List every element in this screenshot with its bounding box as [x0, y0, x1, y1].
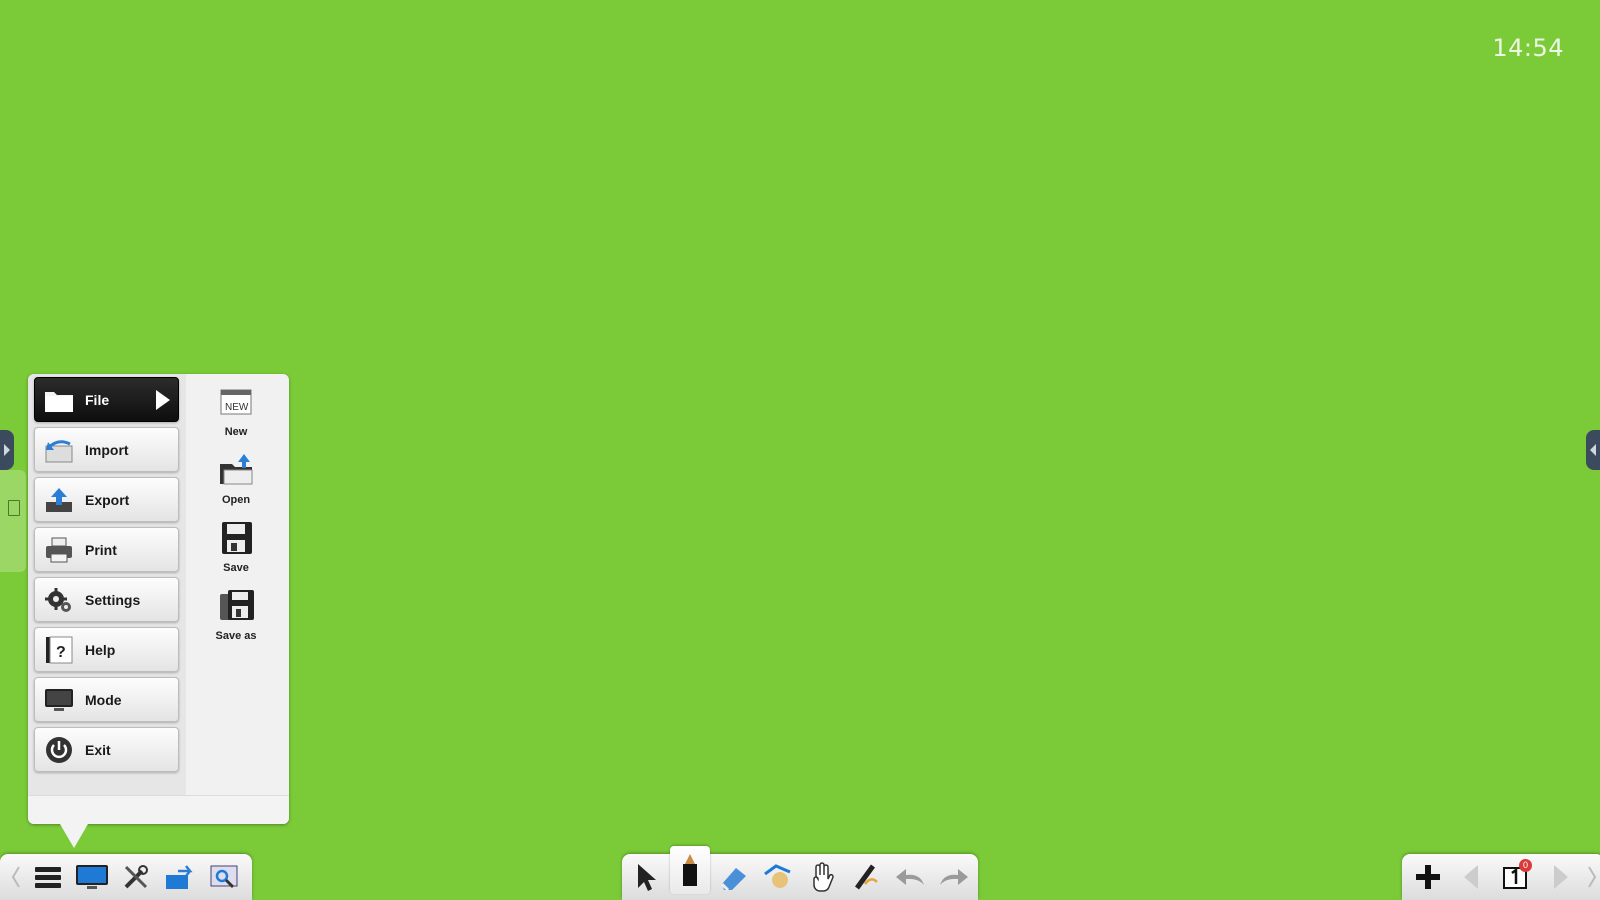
- page-count-icon[interactable]: 0: [1496, 857, 1536, 897]
- menu-item-print[interactable]: Print: [34, 527, 179, 572]
- submenu-arrow-icon: [156, 390, 170, 410]
- menu-item-label: Help: [85, 641, 116, 658]
- svg-text:NEW: NEW: [225, 402, 249, 413]
- collapse-toolbar-icon[interactable]: [8, 857, 24, 897]
- undo-icon[interactable]: [890, 857, 930, 897]
- left-side-tab[interactable]: [0, 470, 26, 572]
- drawing-toolbar: [622, 846, 978, 900]
- gear-icon: [43, 584, 75, 616]
- menu-item-settings[interactable]: Settings: [34, 577, 179, 622]
- pointer-icon[interactable]: [626, 857, 666, 897]
- menu-icon[interactable]: [28, 857, 68, 897]
- menu-pointer: [60, 824, 88, 848]
- floppy-disk-icon: [216, 520, 256, 560]
- expand-toolbar-icon[interactable]: [1584, 857, 1600, 897]
- submenu-item-label: Save as: [215, 630, 257, 642]
- submenu-item-label: Open: [221, 494, 251, 506]
- screenshot-icon[interactable]: [204, 857, 244, 897]
- open-folder-icon: [216, 452, 256, 492]
- pen-icon[interactable]: [670, 846, 710, 894]
- tools-icon[interactable]: [116, 857, 156, 897]
- desktop-icon[interactable]: [72, 857, 112, 897]
- submenu-item-label: Save: [223, 562, 249, 574]
- import-icon: [43, 434, 75, 466]
- submenu-item-save-as[interactable]: Save as: [200, 588, 272, 642]
- clock: 14:54: [1492, 34, 1564, 62]
- new-file-icon: NEW: [216, 384, 256, 424]
- smart-pen-icon[interactable]: [846, 857, 886, 897]
- svg-text:?: ?: [56, 644, 66, 661]
- menu-item-exit[interactable]: Exit: [34, 727, 179, 772]
- previous-page-icon[interactable]: [1452, 857, 1492, 897]
- main-menu-panel: File Import Export Print Settings ? Help…: [28, 374, 289, 848]
- printer-icon: [43, 534, 75, 566]
- right-edge-handle[interactable]: [1586, 430, 1600, 470]
- export-icon: [43, 484, 75, 516]
- hand-icon[interactable]: [802, 857, 842, 897]
- folder-icon: [43, 384, 75, 416]
- submenu-item-new[interactable]: NEW New: [200, 384, 272, 438]
- page-toolbar: 0: [1402, 854, 1600, 900]
- power-icon: [43, 734, 75, 766]
- menu-item-file[interactable]: File: [34, 377, 179, 422]
- submenu-item-open[interactable]: Open: [200, 452, 272, 506]
- page-badge: 0: [1519, 859, 1532, 872]
- submenu-item-label: New: [224, 426, 248, 438]
- menu-item-label: Settings: [85, 591, 141, 608]
- menu-item-label: Print: [85, 541, 117, 558]
- save-as-icon: [216, 588, 256, 628]
- next-page-icon[interactable]: [1540, 857, 1580, 897]
- help-icon: ?: [43, 634, 75, 666]
- menu-item-mode[interactable]: Mode: [34, 677, 179, 722]
- menu-item-label: File: [85, 391, 110, 408]
- menu-item-label: Exit: [85, 741, 111, 758]
- menu-item-label: Export: [85, 491, 130, 508]
- menu-item-export[interactable]: Export: [34, 477, 179, 522]
- submenu-item-save[interactable]: Save: [200, 520, 272, 574]
- menu-panel-footer: [28, 795, 289, 824]
- monitor-icon: [43, 684, 75, 716]
- transfer-icon[interactable]: [160, 857, 200, 897]
- add-page-icon[interactable]: [1408, 857, 1448, 897]
- menu-item-import[interactable]: Import: [34, 427, 179, 472]
- left-toolbar: [0, 854, 252, 900]
- page-thumbnail-icon: [8, 500, 20, 516]
- redo-icon[interactable]: [934, 857, 974, 897]
- left-edge-handle[interactable]: [0, 430, 14, 470]
- shape-icon[interactable]: [758, 857, 798, 897]
- menu-category-column: File Import Export Print Settings ? Help…: [28, 374, 186, 796]
- eraser-icon[interactable]: [714, 857, 754, 897]
- menu-item-label: Import: [85, 441, 129, 458]
- menu-item-help[interactable]: ? Help: [34, 627, 179, 672]
- menu-item-label: Mode: [85, 691, 122, 708]
